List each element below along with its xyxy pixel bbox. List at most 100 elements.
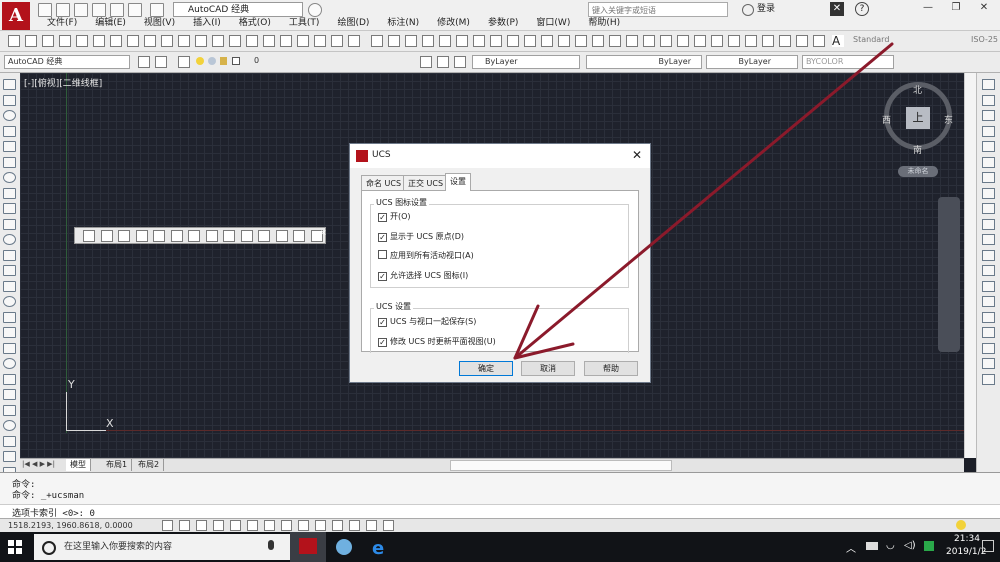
open-file-icon[interactable] bbox=[56, 3, 70, 17]
modify-tool-icon[interactable] bbox=[982, 249, 995, 261]
checkbox[interactable]: ✓ bbox=[378, 337, 387, 347]
checkbox-row[interactable]: ✓ 修改 UCS 时更新平面视图(U) bbox=[378, 336, 496, 347]
standard-tool-icon[interactable] bbox=[388, 35, 400, 47]
draw-tool-icon[interactable] bbox=[3, 203, 16, 214]
standard-tool-icon[interactable] bbox=[524, 35, 536, 47]
ucs-tool-icon[interactable] bbox=[170, 230, 183, 242]
checkbox-row[interactable]: ✓ UCS 与视口一起保存(S) bbox=[378, 316, 476, 327]
draw-tool-icon[interactable] bbox=[3, 187, 16, 199]
standard-tool-icon[interactable] bbox=[490, 35, 502, 47]
dialog-close-icon[interactable]: ✕ bbox=[632, 148, 642, 162]
help-button[interactable]: 帮助 bbox=[584, 361, 638, 376]
draw-tool-icon[interactable] bbox=[3, 389, 16, 400]
standard-tool-icon[interactable] bbox=[280, 35, 292, 47]
menu-item[interactable]: 窗口(W) bbox=[527, 17, 579, 30]
standard-tool-icon[interactable] bbox=[507, 35, 519, 47]
workspace-combo[interactable]: AutoCAD 经典 bbox=[4, 55, 130, 69]
modify-tool-icon[interactable] bbox=[982, 218, 995, 230]
clock-time[interactable]: 21:34 bbox=[954, 534, 980, 544]
standard-tool-icon[interactable] bbox=[439, 35, 451, 47]
draw-tool-icon[interactable] bbox=[3, 373, 16, 385]
workspace-dropdown[interactable]: AutoCAD 经典 bbox=[173, 2, 303, 17]
horizontal-scrollbar[interactable] bbox=[450, 460, 672, 471]
modify-tool-icon[interactable] bbox=[982, 203, 995, 214]
minimize-button[interactable]: — bbox=[914, 0, 942, 16]
draw-tool-icon[interactable] bbox=[3, 110, 16, 121]
viewcube-top-face[interactable]: 上 bbox=[906, 107, 930, 129]
status-toggle-icon[interactable] bbox=[298, 520, 309, 531]
taskbar-search[interactable]: 在这里输入你要搜索的内容 bbox=[34, 534, 290, 560]
menu-item[interactable]: 格式(O) bbox=[230, 17, 280, 30]
user-icon[interactable] bbox=[742, 4, 754, 16]
draw-tool-icon[interactable] bbox=[3, 156, 16, 168]
ucs-toolbar-close-icon[interactable]: × bbox=[320, 228, 327, 237]
modify-tool-icon[interactable] bbox=[982, 234, 995, 245]
checkbox[interactable]: ✓ bbox=[378, 318, 387, 327]
ucs-tool-icon[interactable] bbox=[258, 230, 270, 242]
draw-tool-icon[interactable] bbox=[3, 141, 16, 152]
draw-tool-icon[interactable] bbox=[3, 79, 16, 90]
standard-tool-icon[interactable] bbox=[297, 35, 309, 47]
undo-icon[interactable] bbox=[128, 3, 142, 17]
standard-tool-icon[interactable] bbox=[405, 35, 417, 47]
checkbox-row[interactable]: 应用到所有活动视口(A) bbox=[378, 250, 474, 261]
redo-icon[interactable] bbox=[150, 3, 164, 17]
standard-tool-icon[interactable] bbox=[422, 35, 434, 47]
modify-tool-icon[interactable] bbox=[982, 187, 995, 199]
navigation-bar[interactable] bbox=[938, 197, 960, 352]
status-toggle-icon[interactable] bbox=[349, 520, 360, 531]
plotstyle-combo[interactable]: BYCOLOR bbox=[802, 55, 894, 69]
standard-tool-icon[interactable] bbox=[331, 35, 343, 47]
action-center-icon[interactable] bbox=[982, 540, 994, 552]
modify-tool-icon[interactable] bbox=[982, 311, 995, 323]
standard-tool-icon[interactable] bbox=[592, 35, 604, 47]
standard-tool-icon[interactable] bbox=[779, 35, 791, 47]
status-toggle-icon[interactable] bbox=[179, 520, 190, 531]
checkbox[interactable] bbox=[378, 250, 387, 259]
microphone-icon[interactable] bbox=[268, 540, 274, 550]
status-toggle-icon[interactable] bbox=[264, 520, 275, 531]
draw-tool-icon[interactable] bbox=[3, 218, 16, 230]
dialog-titlebar[interactable] bbox=[350, 144, 650, 168]
checkbox-row[interactable]: ✓ 显示于 UCS 原点(D) bbox=[378, 231, 464, 242]
modify-tool-icon[interactable] bbox=[982, 342, 995, 354]
layer-properties-icon[interactable] bbox=[178, 56, 190, 68]
standard-tool-icon[interactable] bbox=[558, 35, 570, 47]
standard-tool-icon[interactable] bbox=[796, 35, 808, 47]
draw-tool-icon[interactable] bbox=[3, 420, 16, 431]
tab-layout2[interactable]: 布局2 bbox=[134, 459, 165, 471]
standard-tool-icon[interactable] bbox=[813, 35, 825, 47]
tab-orthographic-ucs[interactable]: 正交 UCS bbox=[403, 175, 449, 191]
draw-tool-icon[interactable] bbox=[3, 296, 16, 307]
standard-tool-icon[interactable] bbox=[473, 35, 485, 47]
menu-item[interactable]: 帮助(H) bbox=[579, 17, 629, 30]
standard-tool-icon[interactable] bbox=[195, 35, 207, 47]
standard-tool-icon[interactable] bbox=[144, 35, 156, 47]
ucs-tool-icon[interactable] bbox=[118, 230, 130, 242]
tray-volume-icon[interactable]: ◁) bbox=[904, 540, 916, 551]
color-combo[interactable]: ByLayer bbox=[472, 55, 580, 69]
modify-tool-icon[interactable] bbox=[982, 296, 995, 307]
status-toggle-icon[interactable] bbox=[281, 520, 292, 531]
standard-tool-icon[interactable] bbox=[745, 35, 757, 47]
draw-tool-icon[interactable] bbox=[3, 311, 16, 323]
layer-combo[interactable]: 0 bbox=[228, 55, 410, 69]
layer-manager-icon[interactable] bbox=[155, 56, 167, 68]
standard-tool-icon[interactable] bbox=[110, 35, 122, 47]
taskbar-autocad-app[interactable] bbox=[290, 532, 326, 562]
autocad-logo[interactable]: A bbox=[2, 2, 30, 30]
ucs-tool-icon[interactable] bbox=[240, 230, 253, 242]
ucs-tool-icon[interactable] bbox=[293, 230, 305, 242]
standard-tool-icon[interactable] bbox=[694, 35, 706, 47]
tray-wifi-icon[interactable]: ◡ bbox=[886, 540, 895, 551]
menu-item[interactable]: 编辑(E) bbox=[86, 17, 135, 30]
tray-app-icon[interactable] bbox=[924, 541, 934, 551]
help-icon[interactable]: ? bbox=[855, 2, 869, 16]
status-toggle-icon[interactable] bbox=[332, 520, 343, 531]
modify-tool-icon[interactable] bbox=[982, 156, 995, 168]
viewcube-west[interactable]: 西 bbox=[882, 113, 891, 126]
draw-tool-icon[interactable] bbox=[3, 327, 16, 338]
ucs-tool-icon[interactable] bbox=[188, 230, 200, 242]
ucs-tool-icon[interactable] bbox=[205, 230, 218, 242]
viewcube-south[interactable]: 南 bbox=[913, 143, 922, 156]
